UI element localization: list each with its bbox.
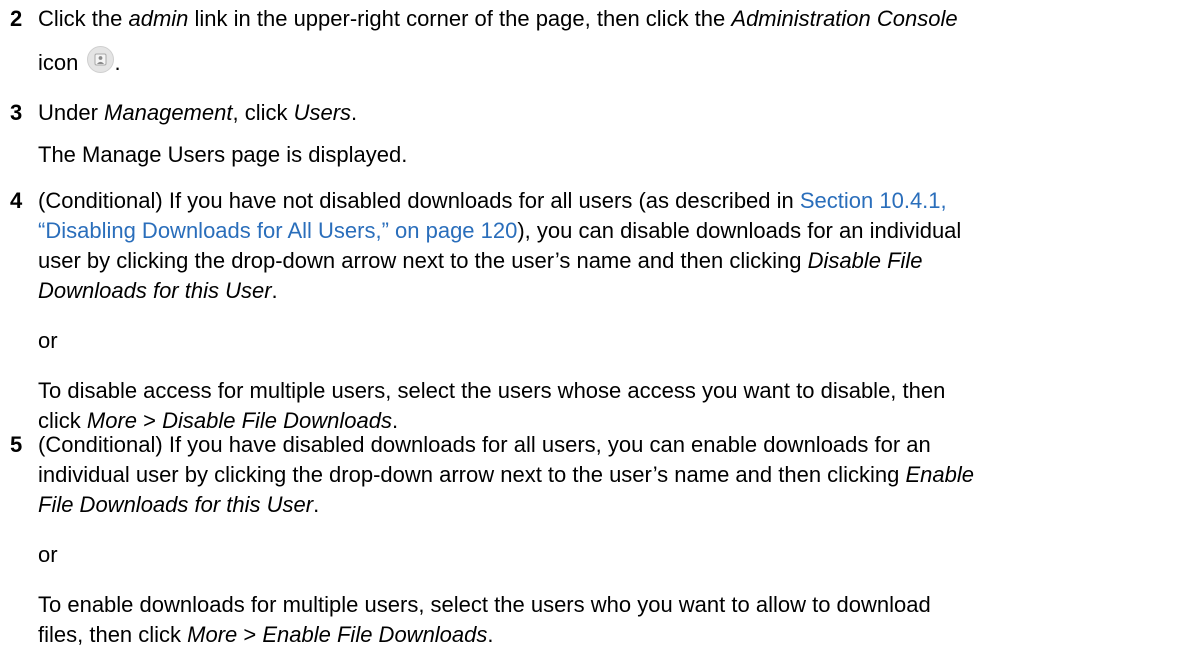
text-run: . xyxy=(114,50,121,75)
ui-term-administration-console: Administration Console xyxy=(731,6,958,31)
text-run: . xyxy=(313,492,320,517)
link-text[interactable]: “Disabling Downloads for All Users,” on … xyxy=(38,218,517,243)
step-number: 5 xyxy=(10,432,23,457)
text-run: user by clicking the drop-down arrow nex… xyxy=(38,248,808,273)
ui-term-file-downloads-for-this-user: File Downloads for this User xyxy=(38,492,314,517)
or-separator: or xyxy=(38,542,58,567)
section-link[interactable]: Section 10.4.1, xyxy=(800,188,947,213)
text-run: Under xyxy=(38,100,105,125)
step-number: 2 xyxy=(10,6,23,31)
step-alternative: To disable access for multiple users, se… xyxy=(38,376,1168,436)
text-run: (Conditional) If you have disabled downl… xyxy=(38,432,931,457)
step-result: The Manage Users page is displayed. xyxy=(38,142,408,167)
ui-term-enable-file-downloads: Enable File Downloads xyxy=(262,622,488,647)
or-separator: or xyxy=(38,328,58,353)
ui-term-admin: admin xyxy=(128,6,189,31)
text-run: To disable access for multiple users, se… xyxy=(38,378,946,403)
step-alternative: To enable downloads for multiple users, … xyxy=(38,590,1168,650)
text-run: (Conditional) If you have not disabled d… xyxy=(38,188,800,213)
text-run: > xyxy=(237,622,263,647)
ui-term-disable-file: Disable File xyxy=(807,248,923,273)
text-run: . xyxy=(271,278,278,303)
step-text: (Conditional) If you have disabled downl… xyxy=(38,430,1168,520)
ui-term-enable: Enable xyxy=(905,462,974,487)
step-number: 3 xyxy=(10,100,23,125)
text-run: ), you can disable downloads for an indi… xyxy=(517,218,962,243)
step-text: Under Management, click Users. xyxy=(38,98,1168,128)
step-text: (Conditional) If you have not disabled d… xyxy=(38,186,1168,306)
ui-term-users: Users xyxy=(293,100,352,125)
text-run: Click the xyxy=(38,6,129,31)
text-run: To enable downloads for multiple users, … xyxy=(38,592,931,617)
text-run: files, then click xyxy=(38,622,188,647)
step-text: Click the admin link in the upper-right … xyxy=(38,4,1168,34)
text-run: icon xyxy=(38,50,85,75)
ui-term-downloads-for-this-user: Downloads for this User xyxy=(38,278,272,303)
link-text[interactable]: Section 10.4.1, xyxy=(800,188,947,213)
text-run: individual user by clicking the drop-dow… xyxy=(38,462,906,487)
step-number: 4 xyxy=(10,188,23,213)
section-link-continued[interactable]: “Disabling Downloads for All Users,” on … xyxy=(38,218,517,243)
text-run: . xyxy=(487,622,494,647)
ui-term-management: Management xyxy=(104,100,233,125)
step-text-line2: icon . xyxy=(38,46,1168,78)
text-run: . xyxy=(351,100,358,125)
administration-console-icon xyxy=(87,46,115,73)
ui-term-more: More xyxy=(187,622,238,647)
text-run: , click xyxy=(232,100,294,125)
text-run: link in the upper-right corner of the pa… xyxy=(188,6,732,31)
